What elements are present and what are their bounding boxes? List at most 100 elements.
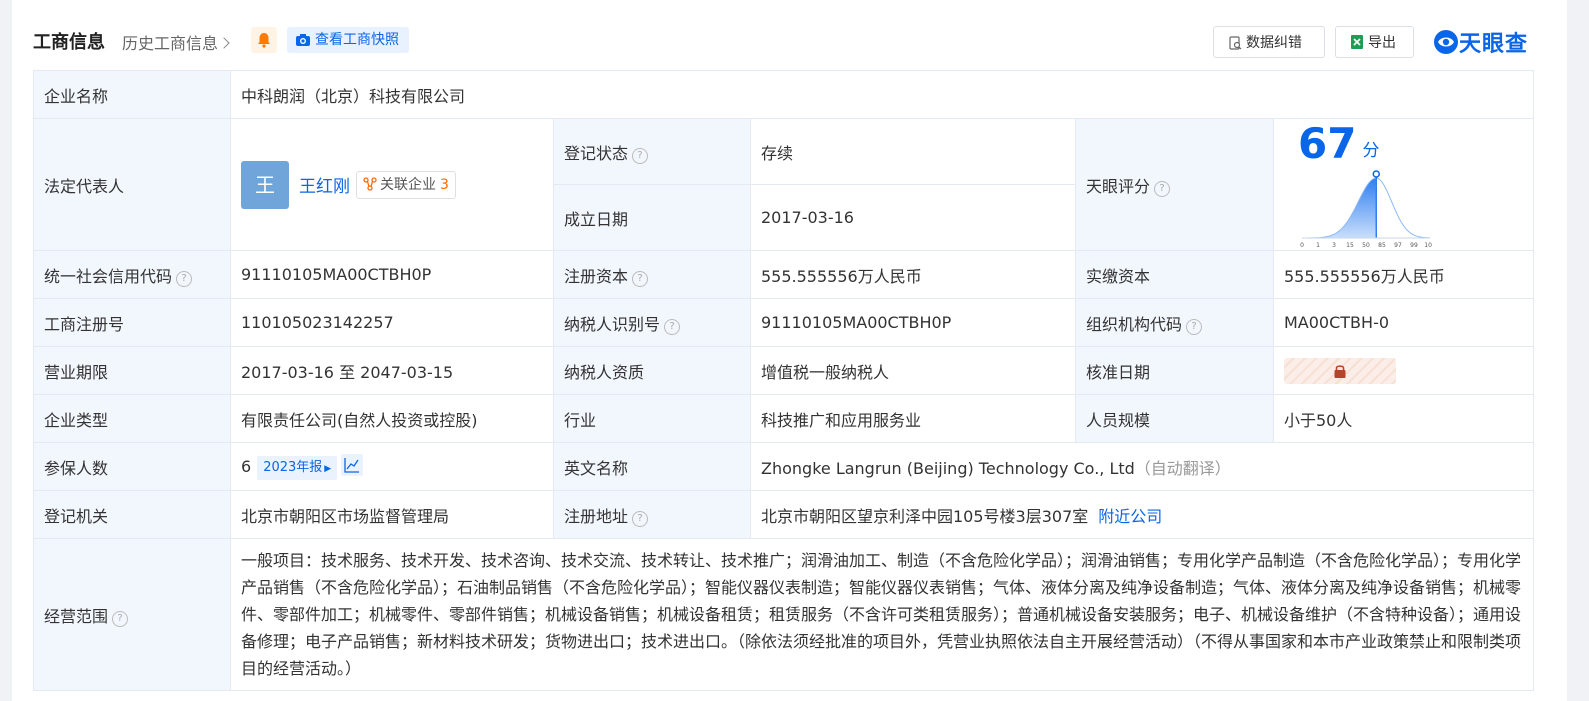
help-icon[interactable]: ?: [176, 270, 193, 287]
taxpayer-id-value: 91110105MA00CTBH0P: [750, 298, 1076, 347]
help-icon[interactable]: ?: [632, 510, 649, 527]
data-correct-button[interactable]: 数据纠错: [1213, 26, 1325, 58]
taxpayer-qual-label: 纳税人资质: [553, 346, 751, 395]
trend-icon: [344, 457, 360, 473]
view-snapshot-button[interactable]: 查看工商快照: [287, 27, 409, 53]
company-type-value: 有限责任公司(自然人投资或控股): [230, 394, 554, 443]
brand-name: 天眼查: [1459, 32, 1529, 57]
reg-no-label: 工商注册号: [33, 298, 231, 347]
scope-label: 经营范围?: [33, 538, 231, 691]
score-value: 67: [1298, 119, 1357, 168]
taxpayer-id-label-text: 纳税人识别号: [564, 314, 661, 334]
score-tick-label: 97: [1394, 242, 1402, 249]
org-code-label: 组织机构代码?: [1075, 298, 1274, 347]
approval-date-cell: [1272, 346, 1535, 395]
table-row: 法定代表人 王王红刚 关联企业 3 登记状态? 存续 天眼评分? 67 分 0 1 3 15…: [33, 118, 1535, 251]
tianyan-score-label: 天眼评分?: [1075, 118, 1274, 251]
monitor-bell-button[interactable]: [251, 27, 277, 53]
view-snapshot-label: 查看工商快照: [315, 32, 399, 48]
english-name-value: Zhongke Langrun (Beijing) Technology Co.…: [761, 458, 1135, 478]
annual-report-badge[interactable]: 2023年报 ▶: [257, 455, 338, 480]
score-distribution-chart: 0 1 3 15 50 85 97 99 100: [1300, 170, 1436, 249]
tianyancha-logo: 天眼查: [1433, 26, 1529, 57]
reg-status-label-text: 登记状态: [564, 143, 629, 163]
help-icon[interactable]: ?: [632, 147, 649, 164]
legal-rep-cell: 王王红刚 关联企业 3: [230, 118, 554, 251]
bell-icon: [258, 33, 270, 48]
company-name-value: 中科朗润（北京）科技有限公司: [229, 70, 1535, 119]
correct-icon: [1229, 36, 1242, 50]
company-type-label: 企业类型: [33, 394, 231, 443]
industry-label: 行业: [553, 394, 751, 443]
taxpayer-id-label: 纳税人识别号?: [553, 298, 751, 347]
help-icon[interactable]: ?: [632, 270, 649, 287]
triangle-right-icon: ▶: [324, 463, 332, 474]
section-header: 工商信息 历史工商信息 查看工商快照 数据纠错 导出 天眼查: [33, 26, 1543, 58]
table-row: 登记机关 北京市朝阳区市场监督管理局 注册地址? 北京市朝阳区望京利泽中园105…: [33, 490, 1535, 539]
export-button[interactable]: 导出: [1335, 26, 1414, 58]
export-label: 导出: [1368, 35, 1396, 51]
credit-code-label: 统一社会信用代码?: [33, 250, 231, 299]
related-companies-button[interactable]: 关联企业 3: [356, 170, 456, 199]
legal-rep-name-link[interactable]: 王红刚: [299, 177, 350, 197]
score-tick-label: 85: [1378, 242, 1386, 249]
taxpayer-qual-value: 增值税一般纳税人: [750, 346, 1076, 395]
table-row: 统一社会信用代码? 91110105MA00CTBH0P 注册资本? 555.5…: [33, 250, 1535, 299]
reg-capital-value: 555.555556万人民币: [750, 250, 1076, 299]
trend-button[interactable]: [341, 453, 364, 476]
score-tick-label: 0: [1300, 242, 1304, 249]
score-tick-label: 100: [1424, 242, 1432, 249]
history-info-label: 历史工商信息: [122, 34, 219, 53]
help-icon[interactable]: ?: [112, 610, 129, 627]
legal-rep-label: 法定代表人: [33, 118, 231, 251]
history-info-link[interactable]: 历史工商信息: [122, 30, 230, 54]
chevron-right-icon: [218, 37, 230, 49]
tianyancha-logo-icon: [1434, 30, 1458, 54]
reg-address-cell: 北京市朝阳区望京利泽中园105号楼3层307室 附近公司: [749, 490, 1535, 539]
insured-label: 参保人数: [33, 442, 231, 491]
table-row: 企业名称 中科朗润（北京）科技有限公司: [33, 70, 1535, 119]
staff-size-value: 小于50人: [1272, 394, 1535, 443]
credit-code-label-text: 统一社会信用代码: [44, 266, 173, 286]
score-tick-label: 1: [1316, 242, 1320, 249]
score-tick-label: 50: [1362, 242, 1370, 249]
term-value: 2017-03-16 至 2047-03-15: [230, 346, 554, 395]
score-tick-label: 99: [1410, 242, 1418, 249]
tianyan-score-label-text: 天眼评分: [1086, 176, 1151, 196]
paid-capital-label: 实缴资本: [1075, 250, 1274, 299]
section-title: 工商信息: [33, 32, 105, 53]
related-companies-count: 3: [440, 176, 449, 193]
org-code-value: MA00CTBH-0: [1272, 298, 1535, 347]
company-name-label: 企业名称: [33, 70, 231, 119]
credit-code-value: 91110105MA00CTBH0P: [230, 250, 554, 299]
nearby-companies-link[interactable]: 附近公司: [1098, 507, 1162, 526]
business-info-table: 企业名称 中科朗润（北京）科技有限公司 法定代表人 王王红刚 关联企业 3 登记状态…: [33, 70, 1535, 691]
help-icon[interactable]: ?: [1154, 180, 1171, 197]
table-row: 工商注册号 110105023142257 纳税人识别号? 91110105MA…: [33, 298, 1535, 347]
staff-size-label: 人员规模: [1075, 394, 1274, 443]
score-unit: 分: [1362, 141, 1380, 161]
help-icon[interactable]: ?: [1186, 318, 1203, 335]
industry-value: 科技推广和应用服务业: [750, 394, 1076, 443]
org-code-label-text: 组织机构代码: [1086, 314, 1183, 334]
camera-icon: [296, 34, 310, 46]
locked-value[interactable]: [1284, 357, 1396, 384]
insured-value: 6: [241, 456, 252, 476]
tianyan-score-cell[interactable]: 67分 0 1 3 15 50 85 97 99 100: [1272, 118, 1535, 251]
score-marker-dot: [1372, 170, 1380, 178]
term-label: 营业期限: [33, 346, 231, 395]
business-info-card: 工商信息 历史工商信息 查看工商快照 数据纠错 导出 天眼查 企业名称 中科朗润…: [12, 0, 1567, 701]
reg-status-value: 存续: [750, 118, 1076, 185]
table-row: 营业期限 2017-03-16 至 2047-03-15 纳税人资质 增值税一般…: [33, 346, 1535, 395]
excel-icon: [1351, 35, 1363, 49]
avatar[interactable]: 王: [241, 160, 289, 209]
reg-no-value: 110105023142257: [230, 298, 554, 347]
paid-capital-value: 555.555556万人民币: [1272, 250, 1535, 299]
help-icon[interactable]: ?: [664, 318, 681, 335]
reg-address-label: 注册地址?: [553, 490, 751, 539]
score-tick-label: 15: [1346, 242, 1354, 249]
table-row: 参保人数 6 2023年报 ▶ 英文名称 Zhongke Langrun (Beij…: [33, 442, 1535, 491]
auto-translate-note: （自动翻译）: [1134, 458, 1231, 478]
reg-address-value: 北京市朝阳区望京利泽中园105号楼3层307室: [761, 506, 1089, 526]
table-row: 经营范围? 一般项目：技术服务、技术开发、技术咨询、技术交流、技术转让、技术推广…: [33, 538, 1535, 691]
